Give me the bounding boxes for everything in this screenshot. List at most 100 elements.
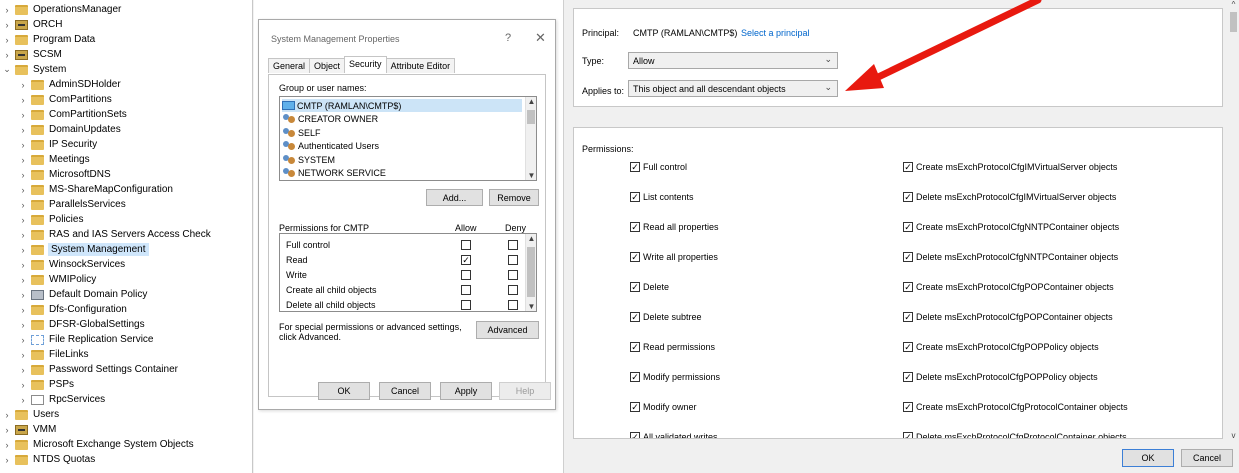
deny-checkbox[interactable] <box>508 299 518 310</box>
permission-checkbox[interactable]: ✓ <box>630 372 640 382</box>
tree-item[interactable]: › OperationsManager <box>2 2 122 17</box>
select-principal-link[interactable]: Select a principal <box>741 28 810 38</box>
deny-checkbox[interactable] <box>508 284 518 295</box>
chevron-right-icon[interactable]: › <box>18 395 28 405</box>
tree-item[interactable]: › MS-ShareMapConfiguration <box>18 182 173 197</box>
permission-entry[interactable]: ✓ Delete subtree <box>630 311 702 323</box>
permission-entry[interactable]: ✓ Read all properties <box>630 221 719 233</box>
allow-checkbox[interactable] <box>461 284 471 295</box>
chevron-right-icon[interactable]: › <box>18 350 28 360</box>
chevron-right-icon[interactable]: › <box>18 185 28 195</box>
tree-item[interactable]: › RAS and IAS Servers Access Check <box>18 227 211 242</box>
applies-to-combo[interactable]: This object and all descendant objects ⌄ <box>628 80 838 97</box>
permission-entry[interactable]: ✓ All validated writes <box>630 431 718 438</box>
chevron-right-icon[interactable]: › <box>18 365 28 375</box>
remove-button[interactable]: Remove <box>489 189 539 206</box>
permission-checkbox[interactable]: ✓ <box>630 432 640 438</box>
tree-item[interactable]: › IP Security <box>18 137 98 152</box>
chevron-right-icon[interactable]: › <box>18 140 28 150</box>
tree-item[interactable]: › Users <box>2 407 60 422</box>
chevron-down-icon[interactable]: ⌄ <box>824 54 832 65</box>
chevron-right-icon[interactable]: › <box>2 410 12 420</box>
chevron-down-icon[interactable]: ⌄ <box>824 82 832 93</box>
scroll-up-icon[interactable]: ▲ <box>526 97 536 106</box>
permission-checkbox[interactable]: ✓ <box>903 162 913 172</box>
tab-general[interactable]: General <box>268 58 311 73</box>
tree-item[interactable]: › File Replication Service <box>18 332 154 347</box>
scroll-thumb[interactable] <box>527 110 535 124</box>
permission-entry[interactable]: ✓ Delete msExchProtocolCfgProtocolContain… <box>903 431 1127 438</box>
permission-entry[interactable]: ✓ Delete msExchProtocolCfgIMVirtualServer… <box>903 191 1116 203</box>
tree-item[interactable]: › RpcServices <box>18 392 106 407</box>
scroll-thumb[interactable] <box>527 247 535 297</box>
permissions-list-scrollbar[interactable]: ▲ ▼ <box>525 234 536 311</box>
permission-checkbox[interactable]: ✓ <box>630 192 640 202</box>
permission-checkbox[interactable]: ✓ <box>903 402 913 412</box>
permission-entry[interactable]: ✓ Create msExchProtocolCfgProtocolContain… <box>903 401 1128 413</box>
chevron-right-icon[interactable]: › <box>18 80 28 90</box>
permission-checkbox[interactable]: ✓ <box>903 372 913 382</box>
tab-object[interactable]: Object <box>309 58 346 73</box>
tree-item[interactable]: › MicrosoftDNS <box>18 167 111 182</box>
chevron-right-icon[interactable]: › <box>2 50 12 60</box>
permission-checkbox[interactable]: ✓ <box>630 342 640 352</box>
chevron-right-icon[interactable]: › <box>18 320 28 330</box>
tree-item[interactable]: › Meetings <box>18 152 90 167</box>
add-button[interactable]: Add... <box>426 189 483 206</box>
deny-checkbox[interactable] <box>508 269 518 280</box>
close-icon[interactable]: ✕ <box>535 30 546 46</box>
entry-cancel-button[interactable]: Cancel <box>1181 449 1233 467</box>
scroll-down-icon[interactable]: ▼ <box>526 171 536 180</box>
permission-checkbox[interactable]: ✓ <box>630 402 640 412</box>
permission-checkbox[interactable]: ✓ <box>903 222 913 232</box>
scroll-thumb[interactable] <box>1230 12 1237 32</box>
tree-item[interactable]: › ParallelsServices <box>18 197 126 212</box>
chevron-right-icon[interactable]: › <box>2 455 12 465</box>
permission-entry[interactable]: ✓ Create msExchProtocolCfgNNTPContainer o… <box>903 221 1119 233</box>
group-list-item[interactable]: CMTP (RAMLAN\CMTP$) <box>282 99 522 112</box>
group-list-item[interactable]: SELF <box>282 126 321 139</box>
chevron-right-icon[interactable]: › <box>18 245 28 255</box>
allow-checkbox[interactable] <box>461 299 471 310</box>
permission-entry[interactable]: ✓ Read permissions <box>630 341 715 353</box>
chevron-right-icon[interactable]: › <box>2 20 12 30</box>
chevron-right-icon[interactable]: › <box>18 380 28 390</box>
tree-item[interactable]: › NTDS Quotas <box>2 452 96 467</box>
chevron-right-icon[interactable]: › <box>18 260 28 270</box>
tree-item[interactable]: › ORCH <box>2 17 63 32</box>
chevron-right-icon[interactable]: › <box>18 170 28 180</box>
permission-checkbox[interactable]: ✓ <box>630 282 640 292</box>
tree-item[interactable]: › ComPartitionSets <box>18 107 127 122</box>
tree-item[interactable]: › DFSR-GlobalSettings <box>18 317 145 332</box>
permission-entry[interactable]: ✓ Modify permissions <box>630 371 720 383</box>
ok-button[interactable]: OK <box>318 382 370 400</box>
pane-splitter[interactable] <box>252 0 254 473</box>
chevron-right-icon[interactable]: › <box>2 35 12 45</box>
chevron-right-icon[interactable]: › <box>18 275 28 285</box>
group-list-item[interactable]: CREATOR OWNER <box>282 113 378 126</box>
chevron-down-icon[interactable]: ⌄ <box>2 64 12 75</box>
chevron-right-icon[interactable]: › <box>18 305 28 315</box>
permission-entry[interactable]: ✓ Full control <box>630 161 687 173</box>
chevron-right-icon[interactable]: › <box>2 425 12 435</box>
chevron-right-icon[interactable]: › <box>18 335 28 345</box>
chevron-right-icon[interactable]: › <box>18 290 28 300</box>
tree-item[interactable]: › WinsockServices <box>18 257 126 272</box>
tree-item[interactable]: › WMIPolicy <box>18 272 97 287</box>
tree-item[interactable]: › DomainUpdates <box>18 122 121 137</box>
tree-item[interactable]: › SCSM <box>2 47 62 62</box>
chevron-right-icon[interactable]: › <box>2 5 12 15</box>
chevron-right-icon[interactable]: › <box>2 440 12 450</box>
group-list-scrollbar[interactable]: ▲ ▼ <box>525 97 536 180</box>
chevron-right-icon[interactable]: › <box>18 155 28 165</box>
permission-checkbox[interactable]: ✓ <box>903 342 913 352</box>
permission-checkbox[interactable]: ✓ <box>903 282 913 292</box>
scroll-down-icon[interactable]: ▼ <box>526 302 536 311</box>
scroll-down-icon[interactable]: v <box>1228 431 1239 440</box>
permission-entry[interactable]: ✓ Modify owner <box>630 401 697 413</box>
advanced-button[interactable]: Advanced <box>476 321 539 339</box>
group-list-item[interactable]: NETWORK SERVICE <box>282 167 386 180</box>
tree-item[interactable]: › Policies <box>18 212 84 227</box>
apply-button[interactable]: Apply <box>440 382 492 400</box>
permission-entry[interactable]: ✓ Create msExchProtocolCfgIMVirtualServer… <box>903 161 1117 173</box>
